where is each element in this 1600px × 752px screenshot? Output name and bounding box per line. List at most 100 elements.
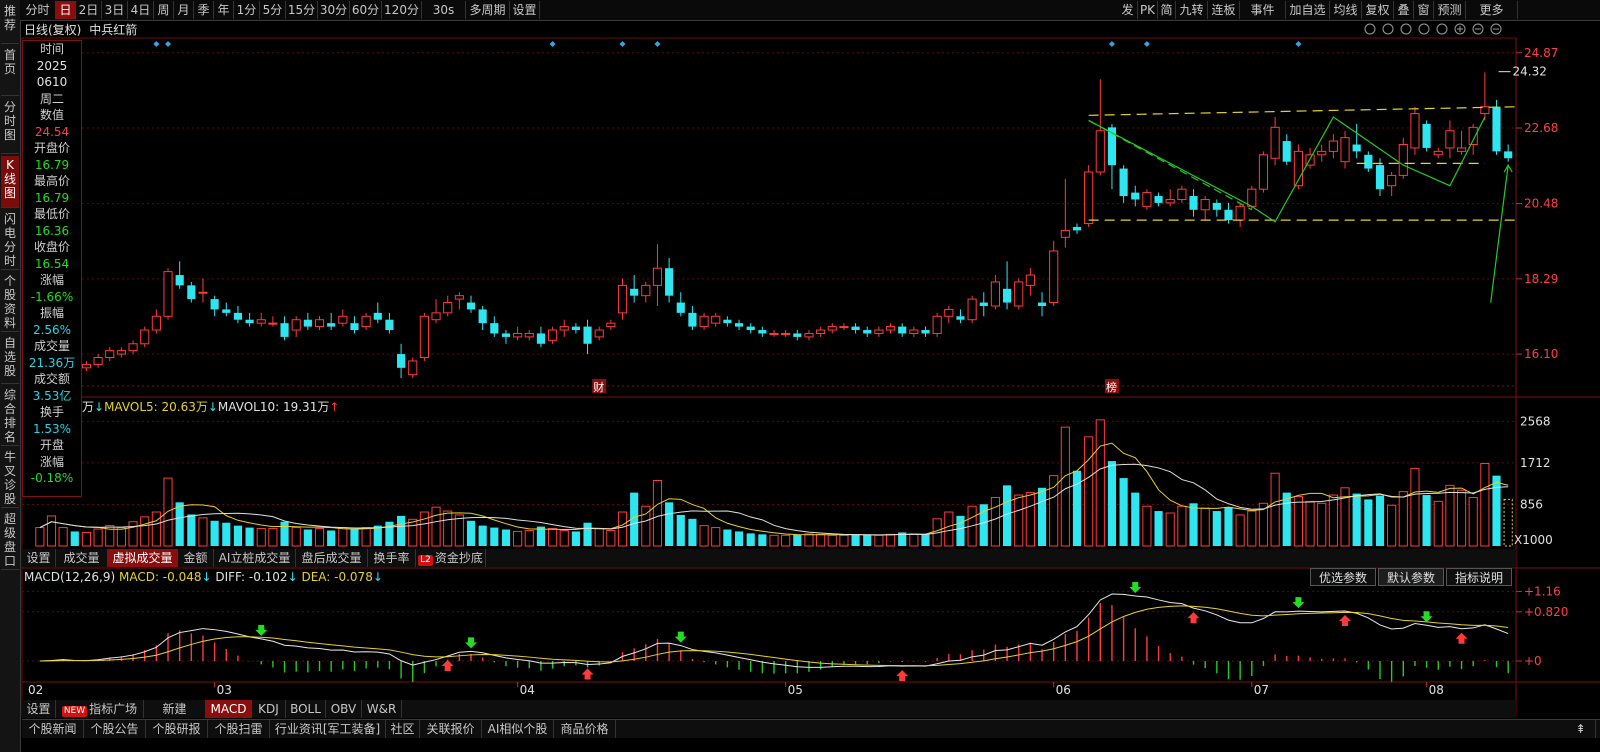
tool-btn-5[interactable]: 事件 bbox=[1240, 1, 1286, 19]
hand-icon[interactable] bbox=[1436, 23, 1448, 35]
signal-diamond-6[interactable] bbox=[1143, 41, 1150, 47]
period-btn-11[interactable]: 15分 bbox=[286, 1, 318, 19]
tool-btn-11[interactable]: 预测 bbox=[1434, 1, 1466, 19]
indicator-tab-4[interactable]: KDJ bbox=[252, 700, 286, 718]
bottom-tab-1[interactable]: 个股公告 bbox=[84, 720, 146, 738]
signal-diamond-5[interactable] bbox=[1108, 41, 1115, 47]
indicator-tab-1[interactable]: NEW 指标广场 bbox=[56, 700, 144, 718]
indicator-tab-5[interactable]: BOLL bbox=[286, 700, 326, 718]
left-tab-4[interactable]: 闪电分时 bbox=[1, 210, 19, 270]
left-tab-8[interactable]: 牛叉诊股 bbox=[1, 448, 19, 508]
tool-btn-8[interactable]: 复权 bbox=[1362, 1, 1394, 19]
bottom-tab-4[interactable]: 行业资讯[军工装备] bbox=[270, 720, 386, 738]
macd-btn-0[interactable]: 优选参数 bbox=[1310, 568, 1376, 586]
period-btn-9[interactable]: 1分 bbox=[234, 1, 260, 19]
macd-btn-2[interactable]: 指标说明 bbox=[1446, 568, 1512, 586]
event-marker-0[interactable]: 财 bbox=[593, 380, 604, 394]
event-marker-1[interactable]: 榜 bbox=[1106, 380, 1117, 394]
period-btn-15[interactable]: 30s bbox=[422, 1, 466, 19]
bottom-tab-6[interactable]: 关联报价 bbox=[420, 720, 482, 738]
macd-axis-label-1: +0.820 bbox=[1524, 605, 1568, 619]
period-btn-7[interactable]: 季 bbox=[194, 1, 214, 19]
signal-diamond-0[interactable] bbox=[153, 41, 160, 47]
tool-btn-4[interactable]: 连板 bbox=[1208, 1, 1240, 19]
tool-btn-0[interactable]: 发 bbox=[1118, 1, 1138, 19]
period-btn-14[interactable]: 120分 bbox=[382, 1, 422, 19]
signal-diamond-2[interactable] bbox=[549, 41, 556, 47]
period-btn-10[interactable]: 5分 bbox=[260, 1, 286, 19]
bottom-tab-7[interactable]: AI相似个股 bbox=[482, 720, 554, 738]
volume-tab-2[interactable]: 虚拟成交量 bbox=[108, 549, 178, 567]
zoom-out-icon[interactable] bbox=[1472, 23, 1484, 35]
signal-diamond-4[interactable] bbox=[654, 41, 661, 47]
pencil-icon[interactable] bbox=[1382, 23, 1394, 35]
signal-diamond-1[interactable] bbox=[165, 41, 172, 47]
left-tab-2[interactable]: 分时图 bbox=[1, 98, 19, 154]
left-tab-1[interactable]: 首页 bbox=[1, 46, 19, 96]
volume-tab-1[interactable]: 成交量 bbox=[56, 549, 108, 567]
volume-tab-4[interactable]: AI立桩成交量 bbox=[214, 549, 296, 567]
tool-btn-3[interactable]: 九转 bbox=[1176, 1, 1208, 19]
volume-tab-6[interactable]: 换手率 bbox=[368, 549, 416, 567]
tool-btn-6[interactable]: 加自选 bbox=[1286, 1, 1330, 19]
indicator-tab-2[interactable]: 新建 bbox=[144, 700, 206, 718]
indicator-tab-7[interactable]: W&R bbox=[362, 700, 402, 718]
period-btn-8[interactable]: 年 bbox=[214, 1, 234, 19]
candle bbox=[1072, 223, 1082, 234]
copy-icon[interactable] bbox=[1418, 23, 1430, 35]
tool-btn-1[interactable]: PK bbox=[1138, 1, 1158, 19]
scroll-top-icon[interactable]: ⇞ bbox=[1566, 720, 1596, 738]
vol-bar bbox=[652, 480, 663, 547]
period-btn-4[interactable]: 4日 bbox=[128, 1, 154, 19]
eye-icon[interactable] bbox=[1400, 23, 1412, 35]
period-btn-6[interactable]: 月 bbox=[174, 1, 194, 19]
volume-tab-3[interactable]: 金额 bbox=[178, 549, 214, 567]
bottom-tab-0[interactable]: 个股新闻 bbox=[22, 720, 84, 738]
period-btn-12[interactable]: 30分 bbox=[318, 1, 350, 19]
period-btn-2[interactable]: 2日 bbox=[76, 1, 102, 19]
vol-bar bbox=[233, 525, 243, 546]
left-tab-9[interactable]: 超级盘口 bbox=[1, 510, 19, 570]
volume-tab-0[interactable]: 设置 bbox=[22, 549, 56, 567]
mavol10-value: MAVOL10: 19.31万 bbox=[217, 400, 330, 414]
bottom-tab-8[interactable]: 商品价格 bbox=[554, 720, 616, 738]
bottom-tab-2[interactable]: 个股研报 bbox=[146, 720, 208, 738]
indicator-tab-0[interactable]: 设置 bbox=[22, 700, 56, 718]
vol-bar bbox=[1165, 512, 1175, 547]
bottom-tab-5[interactable]: 社区 bbox=[386, 720, 420, 738]
period-btn-13[interactable]: 60分 bbox=[350, 1, 382, 19]
bottom-tab-3[interactable]: 个股扫雷 bbox=[208, 720, 270, 738]
left-tab-7[interactable]: 综合排名 bbox=[1, 386, 19, 446]
kline-chart[interactable]: 24.87 22.68 20.48 18.29 16.10 24.32 财 榜 2568 1712… bbox=[20, 20, 1600, 720]
period-btn-1[interactable]: 日 bbox=[56, 1, 76, 19]
tool-btn-2[interactable]: 简 bbox=[1158, 1, 1176, 19]
gear-icon[interactable] bbox=[1364, 23, 1376, 35]
macd-btn-1[interactable]: 默认参数 bbox=[1378, 568, 1444, 586]
tool-btn-12[interactable]: 更多 bbox=[1466, 1, 1518, 19]
left-tab-5[interactable]: 个股资料 bbox=[1, 272, 19, 332]
period-btn-3[interactable]: 3日 bbox=[102, 1, 128, 19]
indicator-tab-3[interactable]: MACD bbox=[206, 700, 252, 718]
tool-btn-10[interactable]: 窗 bbox=[1414, 1, 1434, 19]
period-btn-16[interactable]: 多周期 bbox=[466, 1, 510, 19]
volume-tab-5[interactable]: 盘后成交量 bbox=[296, 549, 368, 567]
close-icon[interactable] bbox=[1490, 23, 1502, 35]
signal-diamond-3[interactable] bbox=[619, 41, 626, 47]
tool-btn-7[interactable]: 均线 bbox=[1330, 1, 1362, 19]
tool-btn-9[interactable]: 叠 bbox=[1394, 1, 1414, 19]
period-btn-0[interactable]: 分时 bbox=[20, 1, 56, 19]
candle bbox=[314, 316, 325, 331]
left-tab-3[interactable]: K线图 bbox=[1, 156, 19, 208]
candle bbox=[967, 295, 977, 324]
candle bbox=[513, 326, 523, 341]
candle bbox=[898, 323, 907, 337]
signal-diamond-7[interactable] bbox=[1295, 41, 1302, 47]
period-btn-17[interactable]: 设置 bbox=[510, 1, 540, 19]
volume-tab-7[interactable]: L2 资金抄底 bbox=[416, 549, 486, 567]
left-tab-0[interactable]: 推荐 bbox=[1, 2, 19, 44]
vol-bar bbox=[1131, 492, 1140, 546]
period-btn-5[interactable]: 周 bbox=[154, 1, 174, 19]
zoom-in-icon[interactable] bbox=[1454, 23, 1466, 35]
indicator-tab-6[interactable]: OBV bbox=[326, 700, 362, 718]
left-tab-6[interactable]: 自选股 bbox=[1, 334, 19, 384]
